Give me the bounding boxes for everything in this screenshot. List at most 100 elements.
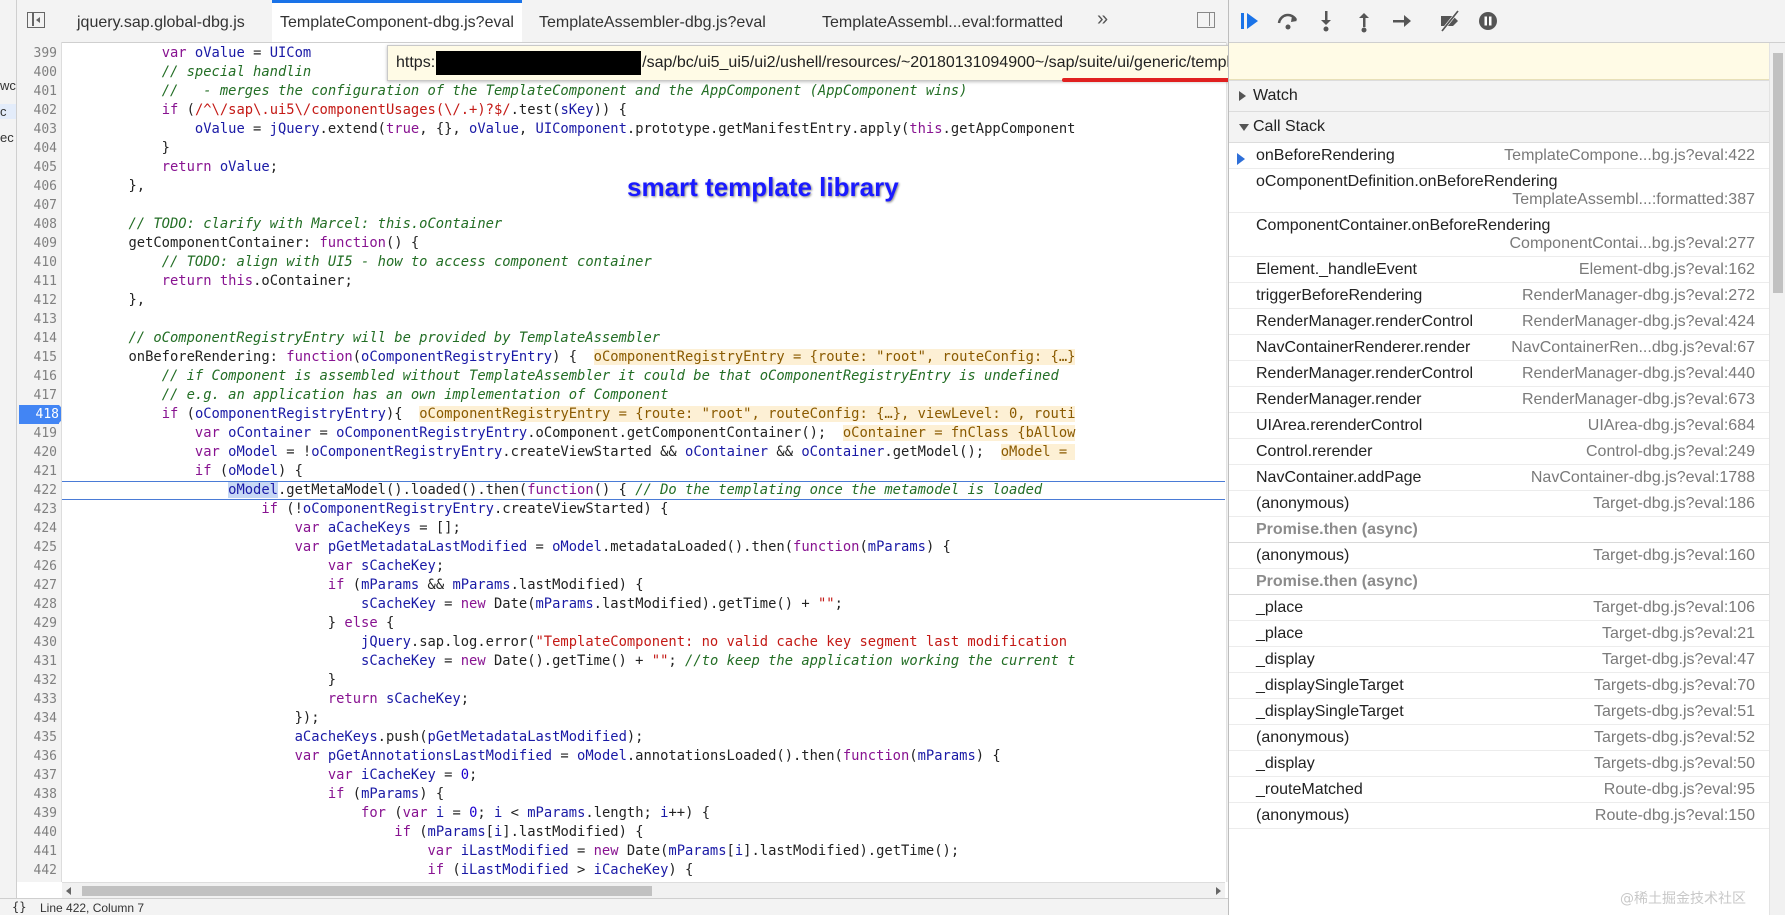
call-frame[interactable]: (anonymous) Route-dbg.js?eval:150 (1229, 803, 1769, 829)
tab-jquery-global[interactable]: jquery.sap.global-dbg.js (69, 0, 253, 42)
call-frame[interactable]: (anonymous) Target-dbg.js?eval:160 (1229, 543, 1769, 569)
code-line[interactable]: if (mParams[i].lastModified) { (62, 823, 1225, 842)
line-number[interactable]: 433 (17, 690, 57, 709)
code-line[interactable]: return sCacheKey; (62, 690, 1225, 709)
code-line[interactable]: if (/^\/sap\.ui5\/componentUsages(\/.+)?… (62, 101, 1225, 120)
code-line[interactable]: if (mParams) { (62, 785, 1225, 804)
call-frame[interactable]: (anonymous) Targets-dbg.js?eval:52 (1229, 725, 1769, 751)
line-number[interactable]: 442 (17, 861, 57, 880)
tab-template-assembler[interactable]: TemplateAssembler-dbg.js?eval (531, 0, 774, 42)
code-line[interactable]: jQuery.sap.log.error("TemplateComponent:… (62, 633, 1225, 652)
tab-template-assembler-formatted[interactable]: TemplateAssembl...eval:formatted (814, 0, 1071, 42)
call-frame[interactable]: (anonymous) Target-dbg.js?eval:186 (1229, 491, 1769, 517)
code-line[interactable]: return this.oContainer; (62, 272, 1225, 291)
call-frame[interactable]: onBeforeRendering TemplateCompone...bg.js… (1229, 143, 1769, 169)
line-number[interactable]: 426 (17, 557, 57, 576)
tab-template-component[interactable]: TemplateComponent-dbg.js?eval (272, 0, 522, 42)
line-number[interactable]: 413 (17, 310, 57, 329)
code-line[interactable]: // TODO: clarify with Marcel: this.oCont… (62, 215, 1225, 234)
breakpoint-marker[interactable]: 418 (19, 405, 61, 424)
line-number[interactable]: 406 (17, 177, 57, 196)
toggle-navigator-icon[interactable] (27, 12, 45, 28)
current-execution-line[interactable]: oModel.getMetaModel().loaded().then(func… (62, 481, 1225, 500)
code-line[interactable]: if (oModel) { (62, 462, 1225, 481)
code-line[interactable]: if (!oComponentRegistryEntry.createViewS… (62, 500, 1225, 519)
call-frame[interactable]: Element._handleEvent Element-dbg.js?eval:… (1229, 257, 1769, 283)
line-number[interactable]: 440 (17, 823, 57, 842)
code-line[interactable]: var iCacheKey = 0; (62, 766, 1225, 785)
line-number[interactable]: 437 (17, 766, 57, 785)
frame-location-link[interactable]: Control-dbg.js?eval:249 (1586, 443, 1755, 461)
frame-location-link[interactable]: Element-dbg.js?eval:162 (1579, 261, 1755, 279)
frame-location-link[interactable]: Target-dbg.js?eval:47 (1602, 651, 1755, 669)
frame-location-link[interactable]: RenderManager-dbg.js?eval:424 (1522, 313, 1755, 331)
line-number[interactable]: 424 (17, 519, 57, 538)
frame-location-link[interactable]: Route-dbg.js?eval:95 (1604, 781, 1755, 799)
call-frame[interactable]: Control.rerender Control-dbg.js?eval:249 (1229, 439, 1769, 465)
code-line[interactable]: onBeforeRendering: function(oComponentRe… (62, 348, 1225, 367)
line-number[interactable]: 435 (17, 728, 57, 747)
frame-location-link[interactable]: Targets-dbg.js?eval:70 (1594, 677, 1755, 695)
step-icon[interactable] (1389, 8, 1415, 34)
line-number[interactable]: 441 (17, 842, 57, 861)
line-number[interactable]: 420 (17, 443, 57, 462)
code-line[interactable]: for (var i = 0; i < mParams.length; i++)… (62, 804, 1225, 823)
line-number[interactable]: 429 (17, 614, 57, 633)
call-frame[interactable]: RenderManager.render RenderManager-dbg.js… (1229, 387, 1769, 413)
code-line[interactable]: // if Component is assembled without Tem… (62, 367, 1225, 386)
line-number[interactable]: 434 (17, 709, 57, 728)
line-number[interactable]: 425 (17, 538, 57, 557)
code-line[interactable]: sCacheKey = new Date().getTime() + ""; /… (62, 652, 1225, 671)
code-line[interactable]: var oModel = !oComponentRegistryEntry.cr… (62, 443, 1225, 462)
code-line[interactable]: if (mParams && mParams.lastModified) { (62, 576, 1225, 595)
line-number[interactable]: 432 (17, 671, 57, 690)
frame-location-link[interactable]: RenderManager-dbg.js?eval:272 (1522, 287, 1755, 305)
call-frame[interactable]: ComponentContainer.onBeforeRendering Comp… (1229, 213, 1769, 257)
call-frame[interactable]: oComponentDefinition.onBeforeRendering Te… (1229, 169, 1769, 213)
line-number[interactable]: 430 (17, 633, 57, 652)
frame-location-link[interactable]: ComponentContai...bg.js?eval:277 (1510, 235, 1756, 253)
line-number[interactable]: 422 (17, 481, 57, 500)
scroll-left-icon[interactable] (66, 887, 71, 895)
code-line[interactable]: } (62, 139, 1225, 158)
call-frame[interactable]: UIArea.rerenderControl UIArea-dbg.js?eval… (1229, 413, 1769, 439)
scroll-thumb[interactable] (82, 886, 652, 896)
line-number[interactable]: 409 (17, 234, 57, 253)
code-line[interactable]: // - merges the configuration of the Tem… (62, 82, 1225, 101)
line-number[interactable]: 427 (17, 576, 57, 595)
frame-location-link[interactable]: Targets-dbg.js?eval:52 (1594, 729, 1755, 747)
frame-location-link[interactable]: RenderManager-dbg.js?eval:440 (1522, 365, 1755, 383)
code-line[interactable]: getComponentContainer: function() { (62, 234, 1225, 253)
call-frame[interactable]: NavContainerRenderer.render NavContainerR… (1229, 335, 1769, 361)
line-number[interactable]: 399 (17, 44, 57, 63)
frame-location-link[interactable]: Target-dbg.js?eval:21 (1602, 625, 1755, 643)
line-number[interactable]: 410 (17, 253, 57, 272)
step-out-icon[interactable] (1351, 8, 1377, 34)
frame-location-link[interactable]: Target-dbg.js?eval:106 (1593, 599, 1755, 617)
call-frame[interactable]: RenderManager.renderControl RenderManager… (1229, 361, 1769, 387)
line-number[interactable]: 431 (17, 652, 57, 671)
line-number[interactable]: 436 (17, 747, 57, 766)
line-number[interactable]: 417 (17, 386, 57, 405)
code-line[interactable]: if (iLastModified > iCacheKey) { (62, 861, 1225, 880)
call-frame[interactable]: _display Targets-dbg.js?eval:50 (1229, 751, 1769, 777)
call-frame[interactable]: _routeMatched Route-dbg.js?eval:95 (1229, 777, 1769, 803)
code-line[interactable]: var iLastModified = new Date(mParams[i].… (62, 842, 1225, 861)
line-number[interactable]: 400 (17, 63, 57, 82)
line-number[interactable]: 405 (17, 158, 57, 177)
code-line[interactable]: var oContainer = oComponentRegistryEntry… (62, 424, 1225, 443)
line-number[interactable]: 407 (17, 196, 57, 215)
code-line[interactable]: sCacheKey = new Date(mParams.lastModifie… (62, 595, 1225, 614)
resume-icon[interactable] (1237, 8, 1263, 34)
line-number[interactable]: 439 (17, 804, 57, 823)
call-frame[interactable]: _display Target-dbg.js?eval:47 (1229, 647, 1769, 673)
code-line[interactable]: if (oComponentRegistryEntry){ oComponent… (62, 405, 1225, 424)
horizontal-scrollbar[interactable] (62, 882, 1225, 899)
line-number[interactable]: 416 (17, 367, 57, 386)
frame-location-link[interactable]: NavContainerRen...dbg.js?eval:67 (1511, 339, 1755, 357)
line-number[interactable]: 421 (17, 462, 57, 481)
line-number[interactable]: 412 (17, 291, 57, 310)
line-number[interactable]: 401 (17, 82, 57, 101)
code-line[interactable]: oValue = jQuery.extend(true, {}, oValue,… (62, 120, 1225, 139)
code-line[interactable]: } (62, 671, 1225, 690)
